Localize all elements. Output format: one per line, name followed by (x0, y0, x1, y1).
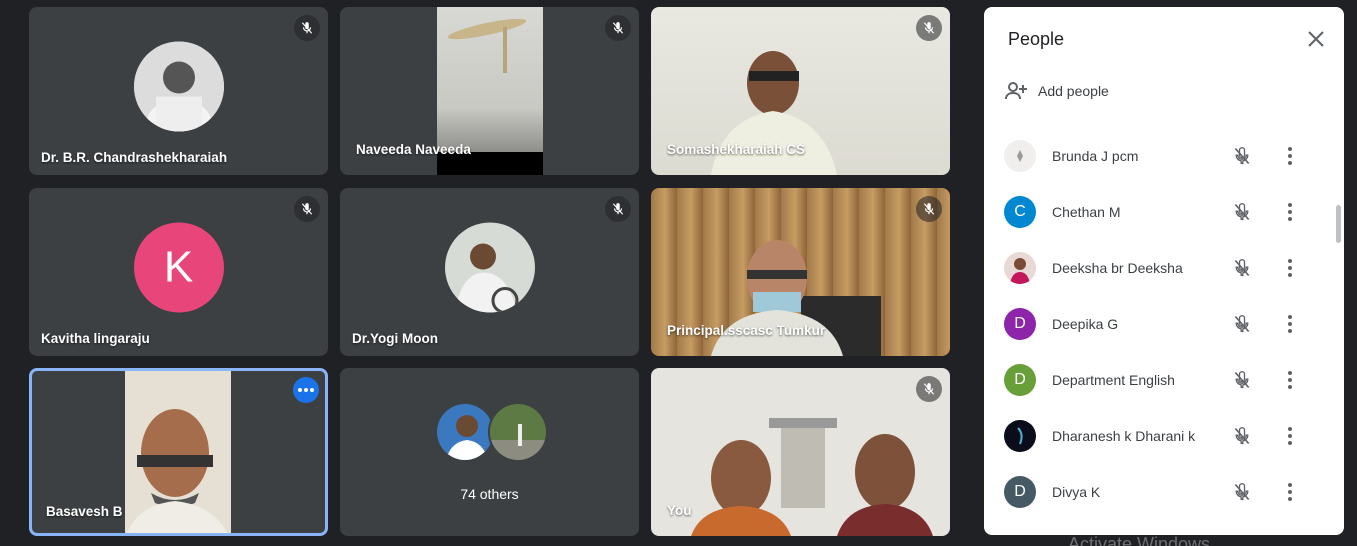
others-avatar-1 (435, 402, 495, 462)
mic-off-icon (605, 196, 631, 222)
more-options-icon[interactable] (1278, 200, 1302, 224)
participant-name: Dr. B.R. Chandrashekharaiah (41, 150, 228, 165)
mic-off-icon (916, 376, 942, 402)
add-person-icon (1005, 82, 1027, 100)
participant-name: Department English (1052, 372, 1175, 388)
mic-off-icon (1230, 368, 1254, 392)
participant-avatar (1004, 140, 1036, 172)
mic-off-icon (1230, 424, 1254, 448)
participant-name: Deepika G (1052, 316, 1119, 332)
activate-windows-watermark: Activate Windows (1068, 534, 1211, 546)
mic-off-icon (1230, 256, 1254, 280)
participant-letter-avatar: K (133, 222, 224, 313)
participant-letter-avatar: C (1004, 196, 1036, 228)
participant-avatar (1004, 252, 1036, 284)
participant-tile-self[interactable]: You (651, 368, 950, 536)
mic-off-icon (1230, 312, 1254, 336)
mic-off-icon (1230, 200, 1254, 224)
add-people-label: Add people (1038, 83, 1109, 99)
more-options-icon[interactable] (1278, 312, 1302, 336)
participant-name: Basavesh B (46, 504, 123, 519)
mic-off-icon (294, 196, 320, 222)
others-tile[interactable]: 74 others (340, 368, 639, 536)
participant-name: Somashekharaiah CS (667, 142, 806, 157)
participant-row[interactable]: D Deepika G (1004, 304, 1324, 344)
participant-row[interactable]: C Chethan M (1004, 192, 1324, 232)
participant-name: You (667, 503, 692, 518)
participant-row[interactable]: Deeksha br Deeksha (1004, 248, 1324, 288)
participant-row[interactable]: Brunda J pcm (1004, 136, 1324, 176)
add-people-button[interactable]: Add people (1004, 79, 1109, 103)
participant-name: Naveeda Naveeda (356, 142, 471, 157)
participant-tile[interactable]: Principal.sscasc Tumkur (651, 188, 950, 356)
participant-tile[interactable]: K Kavitha lingaraju (29, 188, 328, 356)
participant-row[interactable]: D Department English (1004, 360, 1324, 400)
participant-tile[interactable]: Dr.Yogi Moon (340, 188, 639, 356)
more-options-icon[interactable] (1278, 424, 1302, 448)
people-panel: People Add people Brunda J pcm C Chethan… (984, 7, 1344, 535)
participant-avatar (133, 41, 224, 132)
others-count-label: 74 others (460, 486, 519, 502)
panel-title: People (1008, 29, 1065, 49)
more-options-icon[interactable] (1278, 256, 1302, 280)
mic-off-icon (916, 15, 942, 41)
more-options-icon[interactable] (1278, 480, 1302, 504)
participant-letter-avatar: D (1004, 476, 1036, 508)
participant-avatar (1004, 420, 1036, 452)
mic-off-icon (294, 15, 320, 41)
participant-name: Dr.Yogi Moon (352, 331, 438, 346)
mic-off-icon (1230, 480, 1254, 504)
mic-off-icon (605, 15, 631, 41)
more-options-icon[interactable] (293, 377, 319, 403)
more-options-icon[interactable] (1278, 368, 1302, 392)
participant-row[interactable]: D Divya K (1004, 472, 1324, 512)
participant-letter-avatar: D (1004, 308, 1036, 340)
close-icon[interactable] (1306, 29, 1326, 49)
participant-name: Divya K (1052, 484, 1101, 500)
participant-name: Deeksha br Deeksha (1052, 260, 1183, 276)
more-options-icon[interactable] (1278, 144, 1302, 168)
participant-name: Brunda J pcm (1052, 148, 1139, 164)
participant-tile-pinned[interactable]: Basavesh B (29, 368, 328, 536)
participant-row[interactable]: Dharanesh k Dharani k (1004, 416, 1324, 456)
participant-avatar (444, 222, 535, 313)
participant-name: Chethan M (1052, 204, 1121, 220)
participant-tile[interactable]: Dr. B.R. Chandrashekharaiah (29, 7, 328, 175)
participant-name: Principal.sscasc Tumkur (667, 323, 826, 338)
participant-tile[interactable]: Naveeda Naveeda (340, 7, 639, 175)
panel-scrollbar[interactable] (1336, 205, 1341, 243)
participant-name: Dharanesh k Dharani k (1052, 428, 1196, 444)
participant-tile[interactable]: Somashekharaiah CS (651, 7, 950, 175)
others-avatar-2 (488, 402, 548, 462)
participant-letter-avatar: D (1004, 364, 1036, 396)
participant-name: Kavitha lingaraju (41, 331, 150, 346)
participant-video (691, 418, 933, 536)
participant-video (125, 371, 231, 533)
mic-off-icon (1230, 144, 1254, 168)
mic-off-icon (916, 196, 942, 222)
